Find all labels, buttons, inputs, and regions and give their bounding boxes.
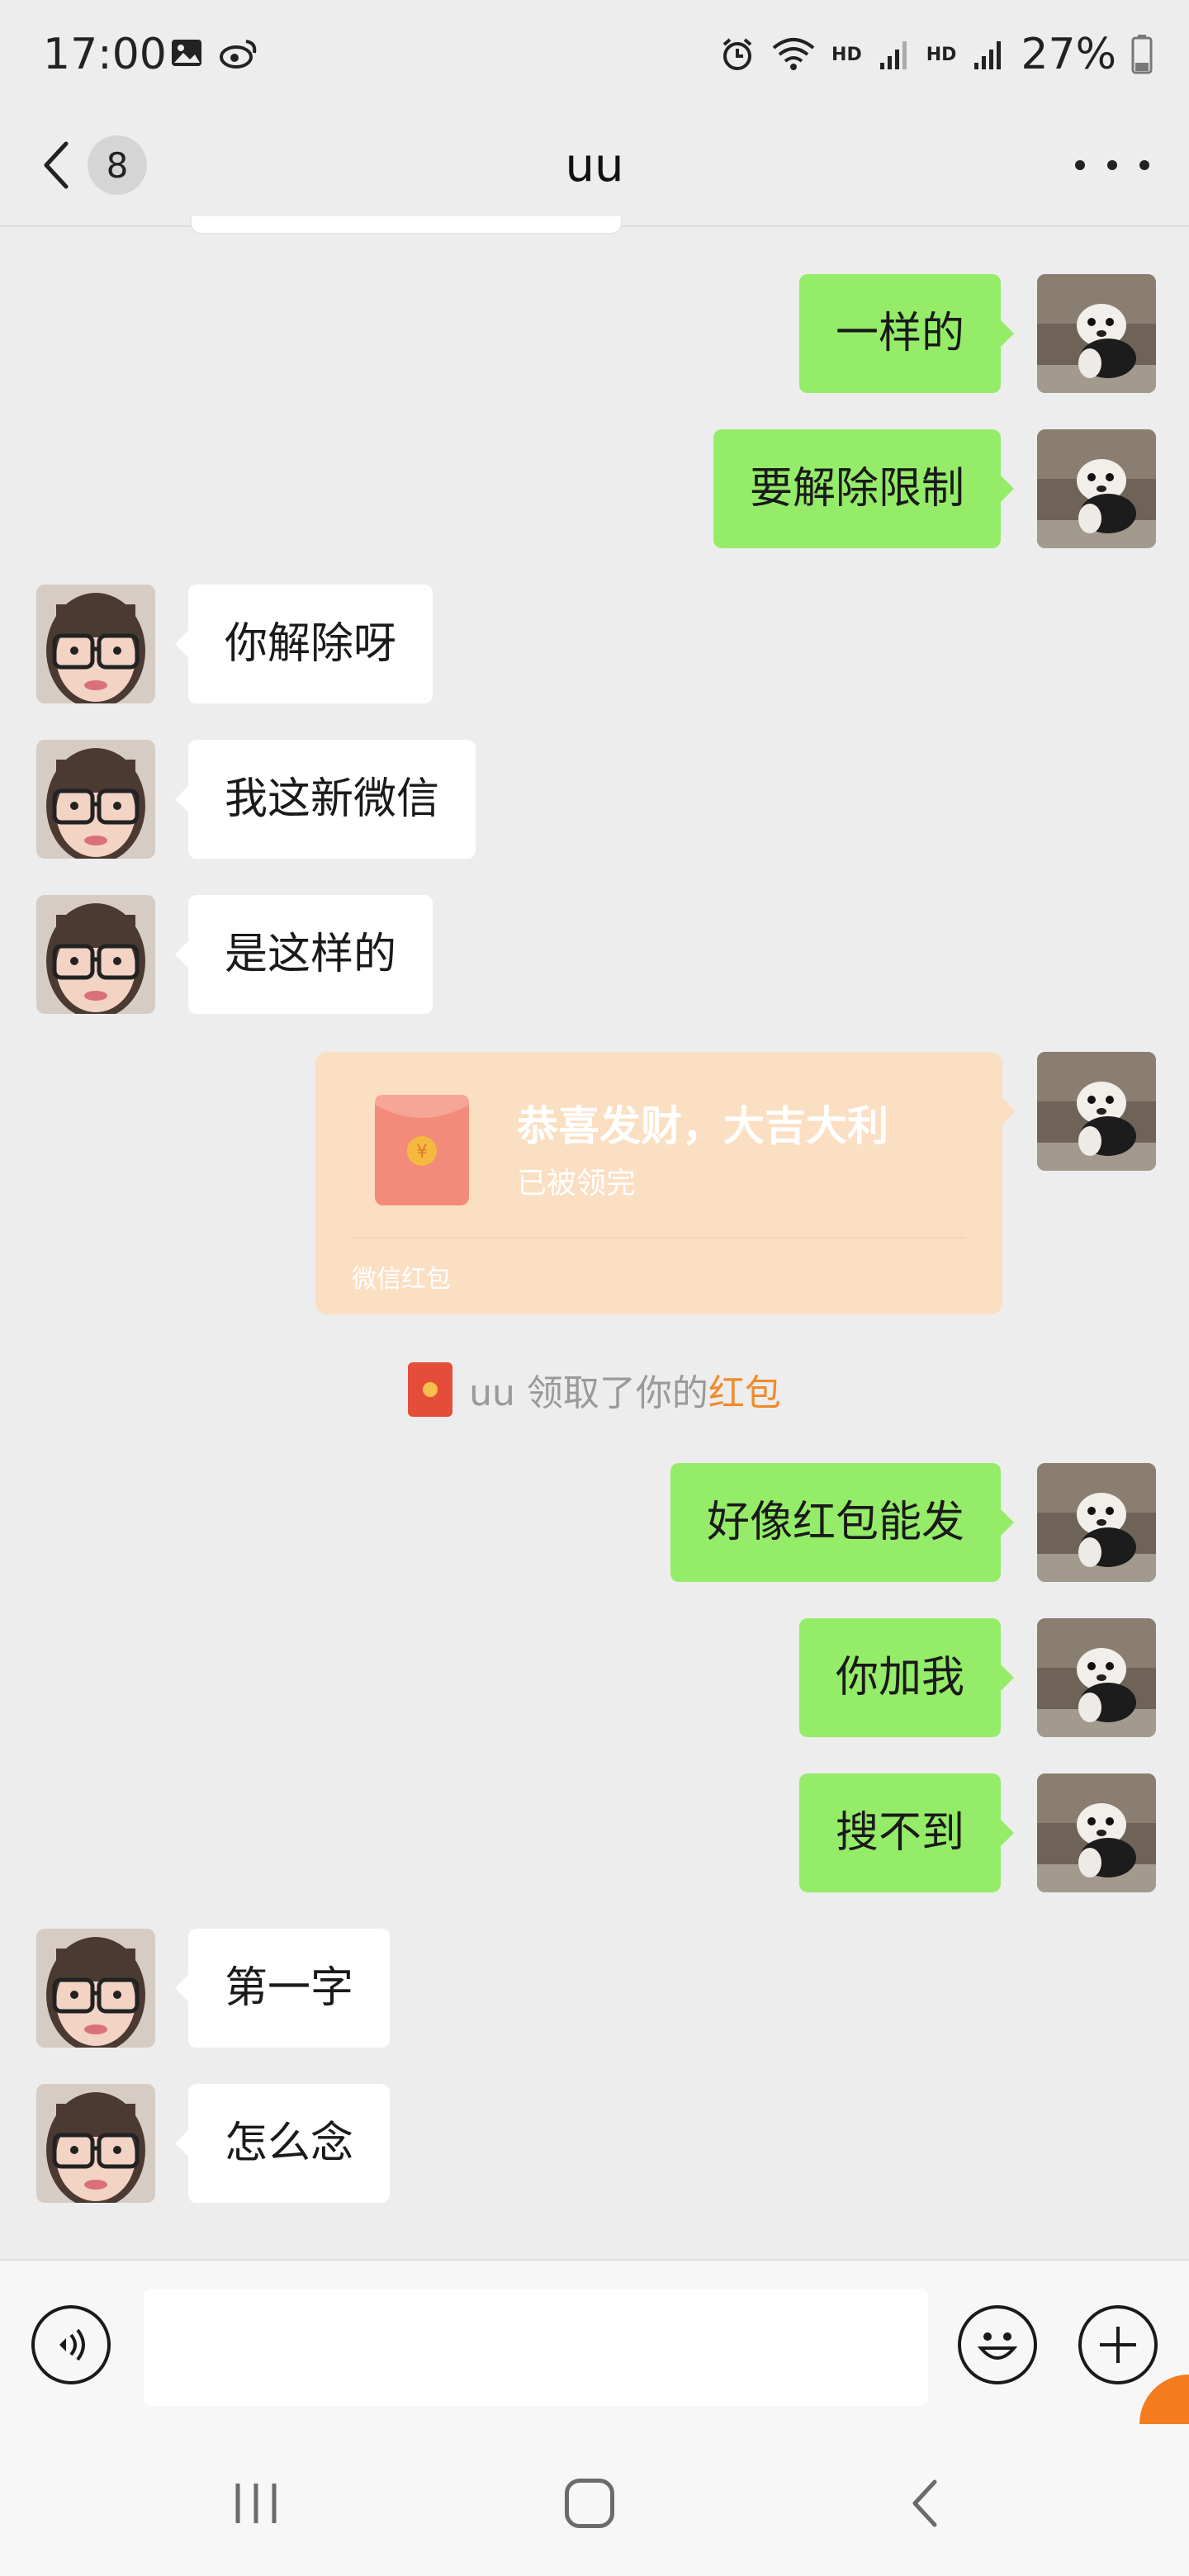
red-packet-title: 恭喜发财，大吉大利: [517, 1102, 888, 1150]
svg-text:¥: ¥: [416, 1142, 428, 1163]
message-input[interactable]: [144, 2289, 928, 2406]
status-time: 17:00: [43, 30, 167, 79]
hd-label-2: HD: [926, 44, 957, 65]
voice-button[interactable]: [31, 2305, 111, 2384]
chat-header: 8 uu: [0, 107, 1189, 227]
more-options-button[interactable]: [1075, 140, 1149, 190]
contact-avatar[interactable]: [36, 585, 155, 703]
signal-icon-2: [974, 41, 1002, 69]
emoji-button[interactable]: [958, 2305, 1037, 2384]
message-bubble[interactable]: 搜不到: [798, 1773, 1015, 1892]
emoji-icon: [977, 2332, 1018, 2360]
system-nav-bar: [0, 2424, 1189, 2576]
status-bar: 17:00 HD HD 27%: [0, 0, 1189, 107]
message-bubble[interactable]: 你解除呀: [174, 585, 433, 703]
battery-icon: [1131, 35, 1153, 74]
partial-message-bubble: [190, 216, 623, 234]
battery-percent: 27%: [1021, 30, 1116, 79]
my-avatar[interactable]: [1037, 429, 1156, 548]
recent-apps-icon[interactable]: [231, 2479, 281, 2528]
divider: [352, 1237, 966, 1238]
weibo-icon: [220, 40, 257, 69]
message-bubble[interactable]: 好像红包能发: [670, 1463, 1015, 1582]
more-dots-icon: [1075, 160, 1085, 170]
my-avatar[interactable]: [1037, 1052, 1156, 1171]
chat-title: uu: [565, 139, 624, 192]
message-bubble[interactable]: 一样的: [798, 274, 1015, 393]
message-bubble[interactable]: 我这新微信: [174, 740, 476, 859]
voice-icon: [59, 2328, 85, 2361]
alarm-icon: [722, 38, 752, 70]
input-bar: [0, 2259, 1189, 2424]
nav-back-icon[interactable]: [902, 2479, 951, 2528]
my-avatar[interactable]: [1037, 1463, 1156, 1582]
message-bubble[interactable]: 第一字: [174, 1929, 391, 2048]
red-packet-received-notice: uu 领取了你的红包: [0, 1361, 1189, 1418]
contact-avatar[interactable]: [36, 740, 155, 859]
contact-avatar[interactable]: [36, 2084, 155, 2203]
home-icon[interactable]: [565, 2479, 614, 2528]
message-bubble[interactable]: 你加我: [798, 1618, 1015, 1737]
my-avatar[interactable]: [1037, 274, 1156, 393]
contact-avatar[interactable]: [36, 1929, 155, 2048]
message-bubble[interactable]: 怎么念: [174, 2084, 391, 2203]
signal-icon: [879, 41, 907, 69]
red-packet-card[interactable]: ¥ 恭喜发财，大吉大利 已被领完 微信红包: [315, 1052, 1016, 1314]
message-bubble[interactable]: 要解除限制: [713, 429, 1015, 548]
red-envelope-icon: ¥: [375, 1095, 469, 1205]
plus-button[interactable]: [1078, 2305, 1158, 2384]
my-avatar[interactable]: [1037, 1618, 1156, 1737]
my-avatar[interactable]: [1037, 1773, 1156, 1892]
gallery-icon: [172, 40, 201, 66]
red-packet-link[interactable]: 红包: [708, 1372, 781, 1414]
red-packet-status: 已被领完: [517, 1167, 637, 1200]
notice-text: uu 领取了你的: [469, 1372, 708, 1414]
plus-icon: [1100, 2327, 1136, 2363]
wifi-icon: [772, 38, 815, 70]
message-bubble[interactable]: 是这样的: [174, 895, 433, 1014]
red-envelope-small-icon: [408, 1362, 453, 1417]
hd-label: HD: [831, 44, 862, 65]
contact-avatar[interactable]: [36, 895, 155, 1014]
red-packet-footer: 微信红包: [352, 1265, 451, 1294]
